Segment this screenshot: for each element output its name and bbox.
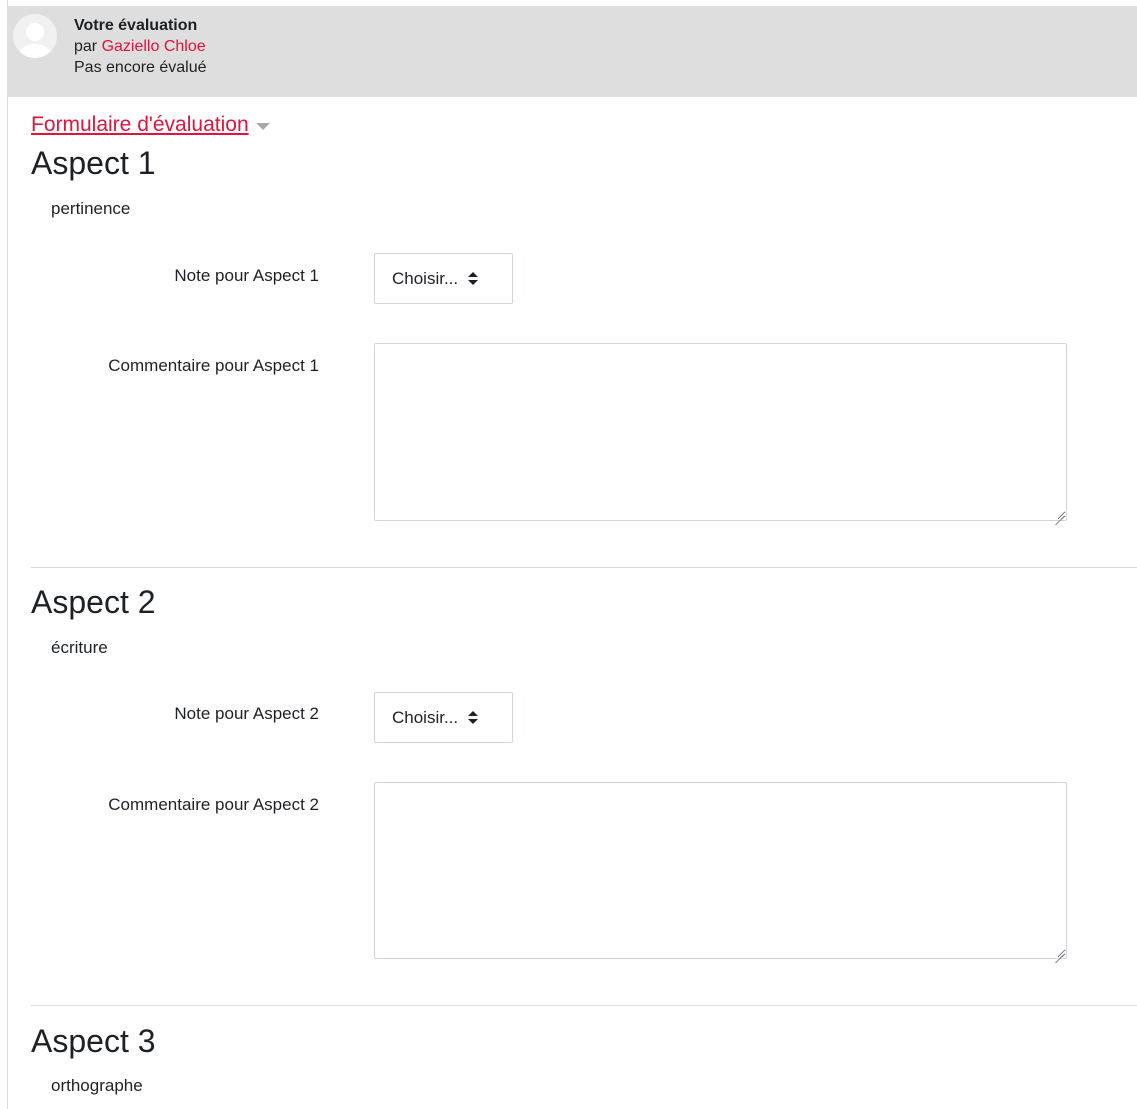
aspect-1-title: Aspect 1 (31, 145, 156, 181)
assessment-header: Votre évaluation par Gaziello Chloe Pas … (7, 6, 1137, 97)
assessment-title: Votre évaluation (74, 17, 198, 34)
resize-grip-icon[interactable] (1054, 945, 1064, 955)
assessment-form-title[interactable]: Formulaire d'évaluation (31, 113, 249, 137)
aspect-3-title: Aspect 3 (31, 1023, 156, 1059)
aspect-2-comment-label: Commentaire pour Aspect 2 (108, 795, 319, 814)
sort-updown-icon (468, 710, 479, 725)
left-border (7, 0, 8, 1109)
author-link[interactable]: Gaziello Chloe (102, 38, 206, 55)
aspect-1-description: pertinence (51, 199, 131, 218)
aspect-1-comment-label: Commentaire pour Aspect 1 (108, 356, 319, 375)
aspect-2-comment-textarea[interactable] (374, 782, 1067, 959)
section-divider (31, 567, 1137, 568)
assessment-status: Pas encore évalué (74, 59, 207, 76)
author-prefix: par (74, 38, 102, 55)
caret-down-icon[interactable] (255, 122, 270, 130)
aspect-2-grade-select[interactable]: Choisir... (374, 692, 513, 743)
assessment-author-line: par Gaziello Chloe (74, 36, 207, 57)
page: Votre évaluation par Gaziello Chloe Pas … (0, 0, 1137, 1109)
aspect-1-grade-value: Choisir... (392, 268, 459, 288)
section-divider (31, 1005, 1137, 1006)
assessment-form-toggle[interactable]: Formulaire d'évaluation (31, 113, 270, 137)
aspect-2-description: écriture (51, 638, 108, 657)
aspect-1-grade-label: Note pour Aspect 1 (174, 266, 319, 285)
sort-updown-icon (468, 271, 479, 286)
user-avatar-icon (13, 14, 57, 58)
aspect-2-grade-label: Note pour Aspect 2 (174, 704, 319, 723)
assessment-info: Votre évaluation par Gaziello Chloe Pas … (74, 15, 207, 78)
aspect-2-title: Aspect 2 (31, 584, 156, 620)
aspect-2-grade-value: Choisir... (392, 707, 459, 727)
aspect-3-description: orthographe (51, 1076, 143, 1095)
resize-grip-icon[interactable] (1054, 507, 1064, 517)
aspect-1-comment-textarea[interactable] (374, 343, 1067, 521)
aspect-1-grade-select[interactable]: Choisir... (374, 253, 513, 304)
